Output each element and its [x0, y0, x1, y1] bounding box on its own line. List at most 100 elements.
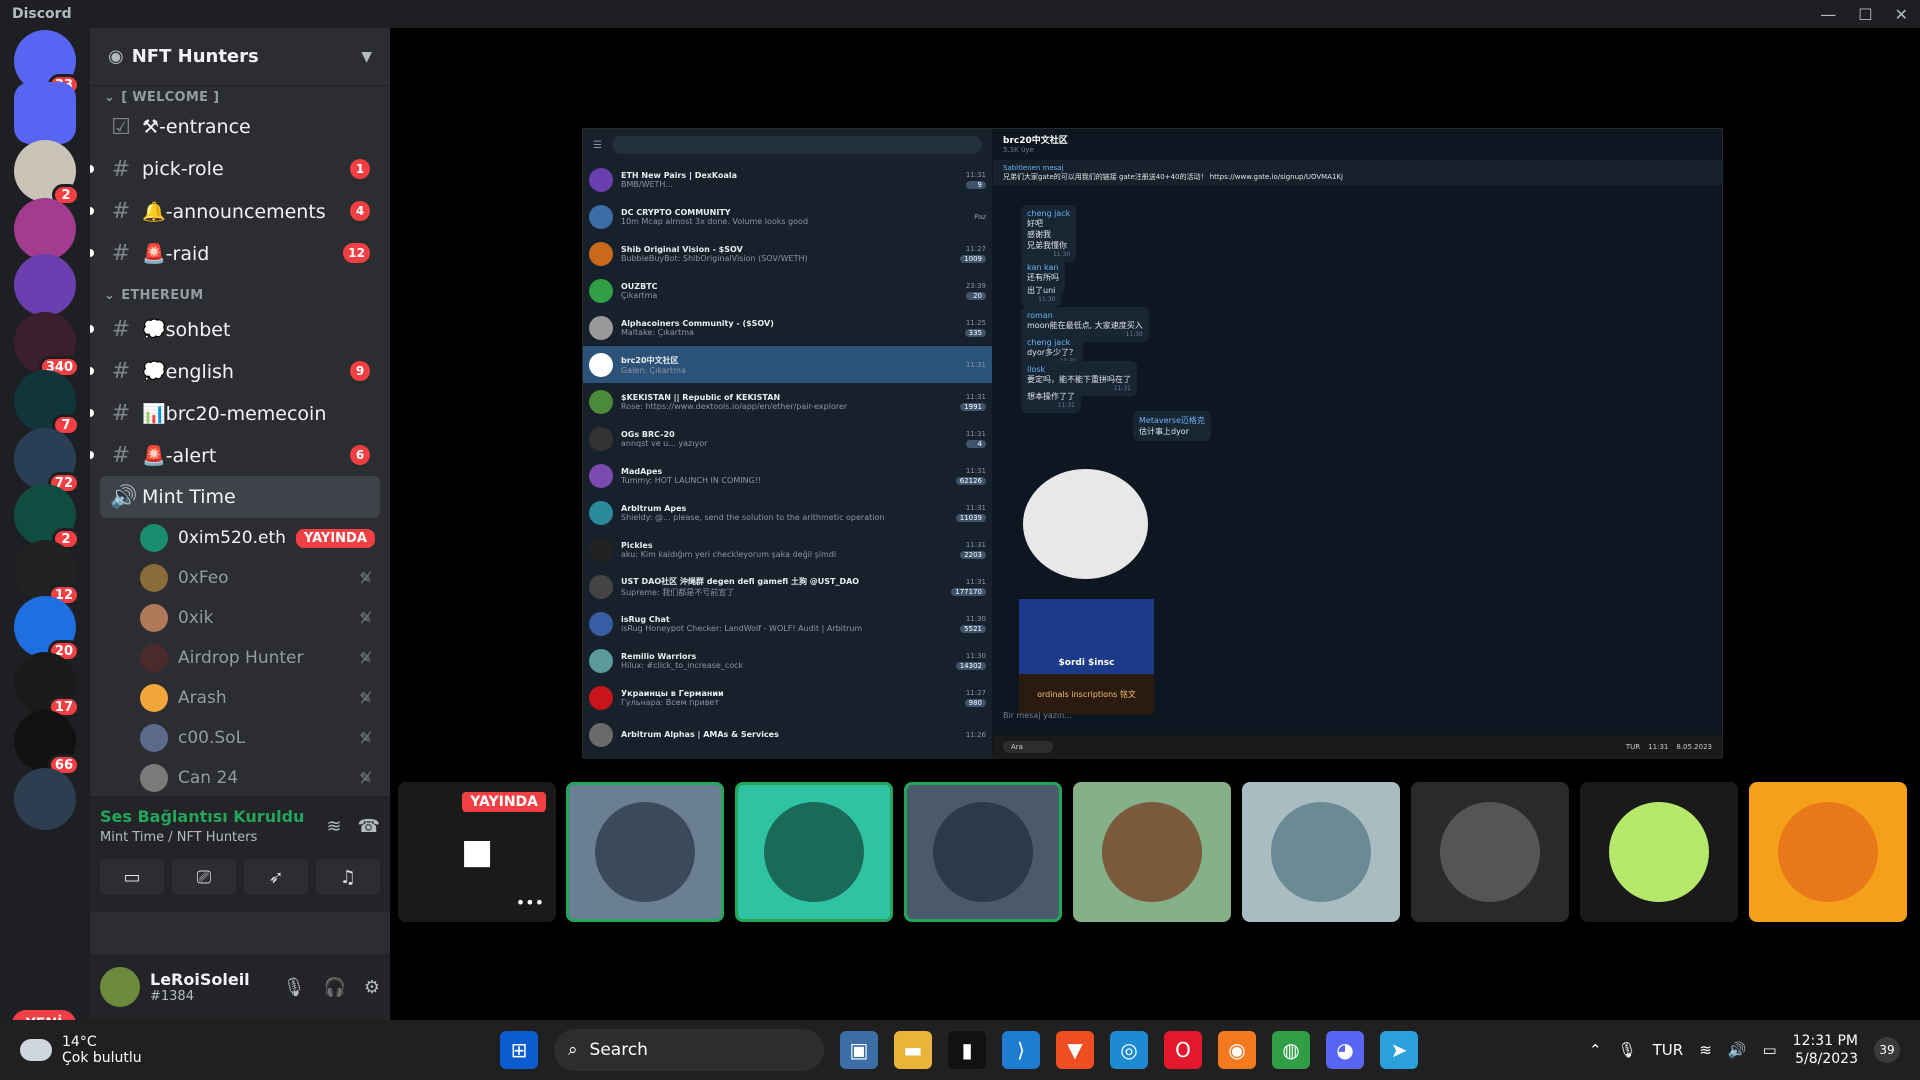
photos-icon[interactable]: ▣	[840, 1031, 878, 1069]
guild-header[interactable]: ◉ NFT Hunters ▼	[90, 28, 390, 86]
disconnect-icon[interactable]: ☎	[358, 816, 380, 837]
voice-status[interactable]: Ses Bağlantısı Kuruldu	[100, 807, 304, 826]
stream-preview-tile[interactable]: YAYINDA ■ •••	[398, 782, 556, 922]
telegram-icon[interactable]: ➤	[1380, 1031, 1418, 1069]
server-folder[interactable]	[14, 82, 76, 144]
speaker-icon: 🔊	[110, 484, 138, 510]
chevron-up-icon[interactable]: ⌃	[1589, 1041, 1602, 1059]
voice-user[interactable]: c00.SoL ✎̸	[140, 718, 380, 758]
voice-channel-mint-time[interactable]: 🔊 Mint Time	[100, 476, 380, 518]
server-v-server[interactable]: 7	[14, 370, 80, 436]
vscode-icon[interactable]: ⟩	[1002, 1031, 1040, 1069]
weather-widget[interactable]: 14°C Çok bulutlu	[20, 1034, 142, 1066]
participant-tile[interactable]	[1749, 782, 1907, 922]
voice-user[interactable]: 0xFeo ✎̸	[140, 558, 380, 598]
hashtag-icon: #	[111, 240, 131, 266]
server-fezz-journal[interactable]: 2	[14, 140, 80, 206]
camera-button[interactable]: ▭	[100, 859, 164, 895]
server-purple-server[interactable]	[14, 254, 76, 316]
gear-icon[interactable]: ⚙	[364, 977, 380, 998]
chat-count: 1991	[960, 402, 986, 411]
soundboard-button[interactable]: ♫	[316, 859, 380, 895]
battery-icon[interactable]: ▭	[1762, 1041, 1776, 1059]
chat-name: DC CRYPTO COMMUNITY	[621, 207, 731, 217]
category-ethereum[interactable]: ⌄ ETHEREUM	[90, 282, 390, 308]
mention-badge: 12	[343, 243, 370, 263]
opera-icon[interactable]: O	[1164, 1031, 1202, 1069]
participant-tile[interactable]	[904, 782, 1062, 922]
clock[interactable]: 12:31 PM 5/8/2023	[1793, 1032, 1858, 1068]
activities-button[interactable]: ➶	[244, 859, 308, 895]
participant-tile[interactable]	[1411, 782, 1569, 922]
voice-user[interactable]: Airdrop Hunter ✎̸	[140, 638, 380, 678]
language-indicator[interactable]: TUR	[1653, 1041, 1684, 1059]
search-box[interactable]: ⌕ Search	[554, 1029, 824, 1071]
brave-icon[interactable]: ▼	[1056, 1031, 1094, 1069]
discord-icon[interactable]: ◕	[1326, 1031, 1364, 1069]
headphones-icon[interactable]: 🎧	[323, 977, 345, 998]
chrome-icon[interactable]: ◍	[1272, 1031, 1310, 1069]
search-icon: ⌕	[568, 1040, 578, 1060]
channel-1[interactable]: # pick-role 1	[90, 148, 380, 190]
chat-preview: Tummy: HOT LAUNCH IN COMING!!	[621, 475, 762, 485]
noise-suppression-icon[interactable]: ≋	[326, 816, 341, 837]
volume-icon[interactable]: 🔊	[1728, 1041, 1747, 1059]
firefox-icon[interactable]: ◉	[1218, 1031, 1256, 1069]
participant-tile[interactable]	[566, 782, 724, 922]
chat-preview: Supreme: 我们都是不亏前宣了	[621, 587, 735, 597]
message-author: cheng jack	[1027, 209, 1071, 218]
avatar[interactable]	[100, 967, 140, 1007]
server-dark-server[interactable]: 12	[14, 540, 80, 606]
server-m-server[interactable]: 17	[14, 652, 80, 718]
channel-0[interactable]: ☑ ⚒-entrance	[100, 106, 380, 148]
server-nft-hunters[interactable]: 340	[14, 312, 80, 378]
mute-icon[interactable]: 🎙	[283, 977, 306, 998]
voice-location[interactable]: Mint Time / NFT Hunters	[100, 830, 304, 845]
participant-tile[interactable]	[1242, 782, 1400, 922]
server-s-server[interactable]	[14, 198, 76, 260]
channel-6[interactable]: # 📊brc20-memecoin	[90, 392, 380, 434]
chat-message: Metaverse迈格克 估计事上dyor	[1133, 411, 1211, 441]
screen-share-view[interactable]: ☰ ETH New Pairs | DexKoala BMB/WETH... 11:…	[582, 128, 1723, 759]
server-blue-server[interactable]: 20	[14, 596, 80, 662]
more-icon[interactable]: •••	[516, 893, 544, 912]
voice-user[interactable]: Arash ✎̸	[140, 678, 380, 718]
search-label: Search	[589, 1040, 648, 1060]
screen-share-button[interactable]: ⎚	[172, 859, 236, 895]
chevron-down-icon[interactable]: ▼	[361, 49, 372, 65]
edge-icon[interactable]: ◎	[1110, 1031, 1148, 1069]
voice-user[interactable]: 0xim520.eth YAYINDA	[140, 518, 380, 558]
server-shark-server[interactable]	[14, 768, 76, 830]
chat-avatar	[589, 204, 613, 229]
microphone-icon[interactable]: 🎙	[1618, 1041, 1637, 1059]
server-wave-server[interactable]: 2	[14, 484, 80, 550]
channel-4[interactable]: # 💭sohbet	[90, 308, 380, 350]
chat-avatar	[589, 241, 613, 266]
chat-title: brc20中文社区	[1003, 136, 1068, 146]
channel-2[interactable]: # 🔔-announcements 4	[90, 190, 380, 232]
chat-preview: aku: Kim kaldığım yeri checkleyorum şaka…	[621, 549, 837, 559]
participant-tile[interactable]	[1580, 782, 1738, 922]
terminal-icon[interactable]: ▮	[948, 1031, 986, 1069]
participant-tile[interactable]	[735, 782, 893, 922]
channel-5[interactable]: # 💭english 9	[90, 350, 380, 392]
start-icon[interactable]: ⊞	[500, 1031, 538, 1069]
username[interactable]: LeRoiSoleil	[150, 970, 250, 989]
channel-7[interactable]: # 🚨-alert 6	[90, 434, 380, 476]
participant-tile[interactable]	[1073, 782, 1231, 922]
notification-count[interactable]: 39	[1874, 1037, 1900, 1063]
close-icon[interactable]: ✕	[1895, 5, 1908, 24]
server-ball-server[interactable]: 72	[14, 428, 80, 494]
server-swirl-server[interactable]: 66	[14, 710, 80, 776]
minimize-icon[interactable]: —	[1820, 5, 1836, 24]
file-explorer-icon[interactable]: ▬	[894, 1031, 932, 1069]
voice-user[interactable]: 0xik ✎̸	[140, 598, 380, 638]
category-welcome[interactable]: ⌄ [ WELCOME ]	[90, 88, 390, 106]
message-author: cheng jack	[1027, 338, 1071, 347]
message-text: 估计事上dyor	[1139, 427, 1189, 436]
message-author: roman	[1027, 311, 1053, 320]
wifi-icon[interactable]: ≋	[1699, 1041, 1712, 1059]
maximize-icon[interactable]: ☐	[1858, 5, 1872, 24]
voice-user[interactable]: Can 24 ✎̸	[140, 758, 380, 798]
channel-3[interactable]: # 🚨-raid 12	[90, 232, 380, 274]
